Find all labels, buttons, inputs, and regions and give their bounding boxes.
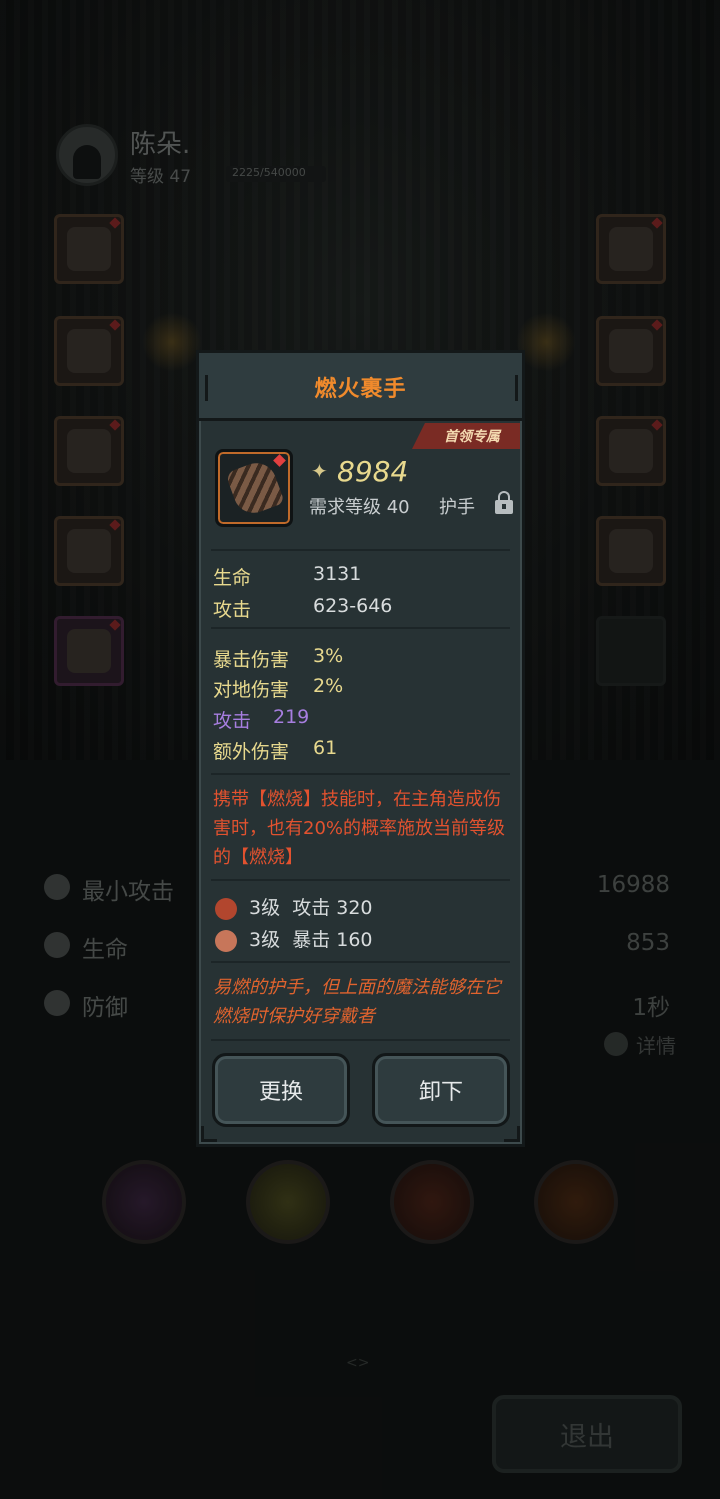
divider [211, 549, 510, 551]
required-level: 需求等级 40 [309, 497, 410, 518]
gem-icon [215, 897, 237, 920]
item-power: 8984 [337, 455, 409, 488]
item-detail-modal: 燃火裹手 首领专属 ✦ 8984 需求等级 40 护手 生命 3131 攻击 6… [196, 350, 525, 1147]
base-stat-value: 3131 [313, 563, 362, 585]
gem-level: 3级 [249, 929, 281, 951]
divider [211, 773, 510, 775]
extra-stat-value: 3% [313, 645, 344, 667]
gem-row: 3级 攻击 320 [215, 893, 373, 920]
gauntlet-icon [225, 457, 285, 519]
extra-stat-label: 对地伤害 [213, 679, 290, 701]
extra-stat-value: 61 [313, 737, 338, 759]
extra-stat-label: 攻击 [213, 710, 252, 732]
extra-stat-value: 219 [273, 706, 310, 728]
frame-corner [201, 1126, 217, 1142]
divider [211, 961, 510, 963]
base-stat-value: 623-646 [313, 595, 393, 617]
extra-stat-label: 额外伤害 [213, 741, 290, 763]
base-stat-label: 生命 [213, 567, 252, 589]
item-flavor-text: 易燃的护手，但上面的魔法能够在它燃烧时保护好穿戴者 [213, 977, 501, 1027]
frame-corner [504, 1126, 520, 1142]
gem-stat: 暴击 160 [292, 929, 373, 951]
lock-icon[interactable] [495, 491, 513, 515]
divider [211, 879, 510, 881]
item-effect-text: 携带【燃烧】技能时，在主角造成伤害时，也有20%的概率施放当前等级的【燃烧】 [213, 789, 506, 868]
slot-type: 护手 [439, 497, 475, 518]
boss-exclusive-tag: 首领专属 [412, 423, 520, 449]
gem-level: 3级 [249, 897, 281, 919]
extra-stat-value: 2% [313, 675, 344, 697]
divider [211, 627, 510, 629]
replace-button[interactable]: 更换 [212, 1053, 350, 1127]
unequip-button[interactable]: 卸下 [372, 1053, 510, 1127]
extra-stat-label: 暴击伤害 [213, 649, 290, 671]
modal-header: 燃火裹手 [199, 353, 522, 421]
gem-row: 3级 暴击 160 [215, 925, 373, 952]
gem-stat: 攻击 320 [292, 897, 373, 919]
item-icon-frame [215, 449, 293, 527]
divider [211, 1039, 510, 1041]
item-name: 燃火裹手 [314, 377, 407, 402]
base-stat-label: 攻击 [213, 599, 252, 621]
gem-icon [215, 929, 237, 952]
power-icon: ✦ [311, 459, 328, 483]
gem-marker-icon [273, 454, 286, 467]
